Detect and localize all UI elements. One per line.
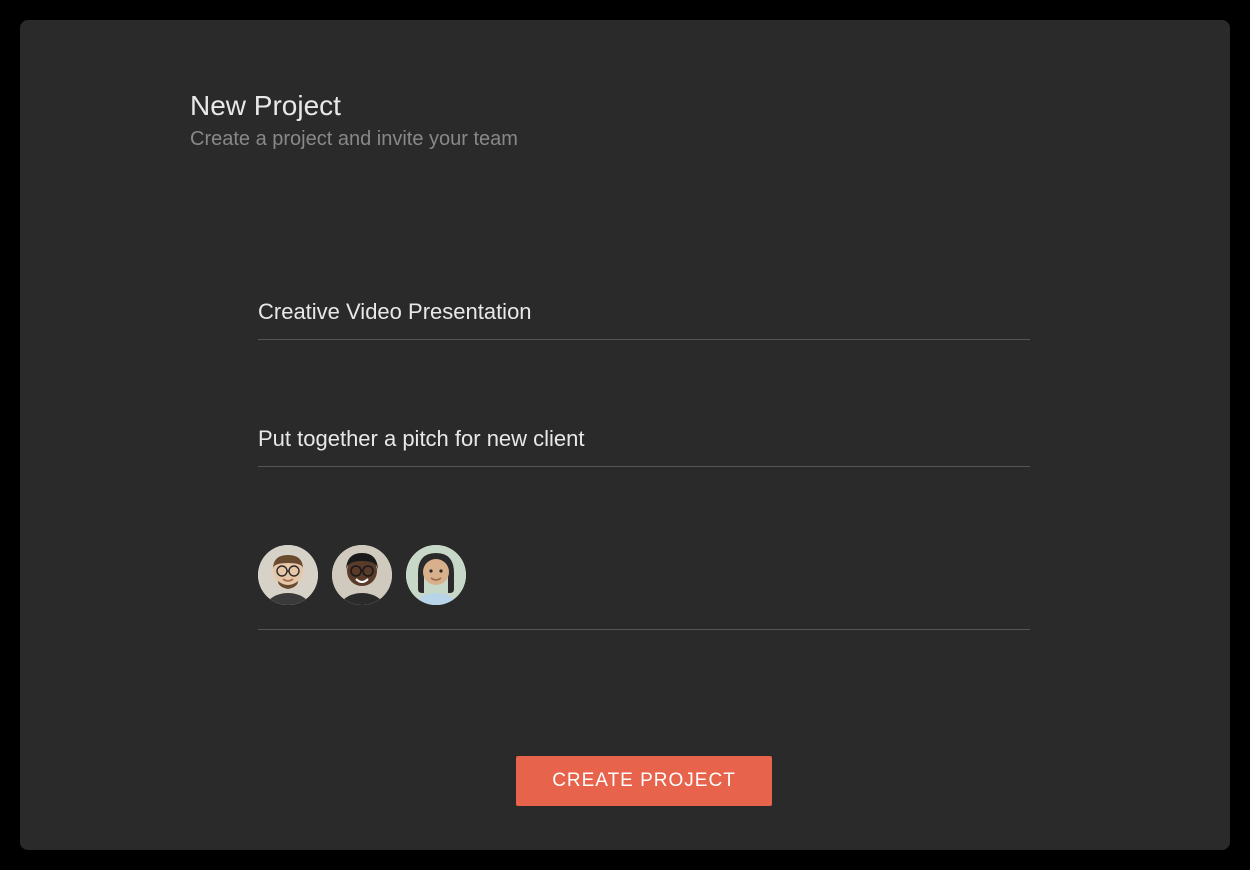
project-description-input[interactable] <box>258 418 1030 467</box>
project-form: CREATE PROJECT <box>258 291 1030 806</box>
page-subtitle: Create a project and invite your team <box>190 128 1060 151</box>
team-member-avatar[interactable] <box>258 545 318 605</box>
project-name-input[interactable] <box>258 291 1030 340</box>
team-member-avatar[interactable] <box>406 545 466 605</box>
team-member-avatar[interactable] <box>332 545 392 605</box>
create-project-button[interactable]: CREATE PROJECT <box>516 756 772 806</box>
new-project-panel: New Project Create a project and invite … <box>20 20 1230 850</box>
team-members-row <box>258 545 1030 630</box>
page-title: New Project <box>190 90 1060 122</box>
